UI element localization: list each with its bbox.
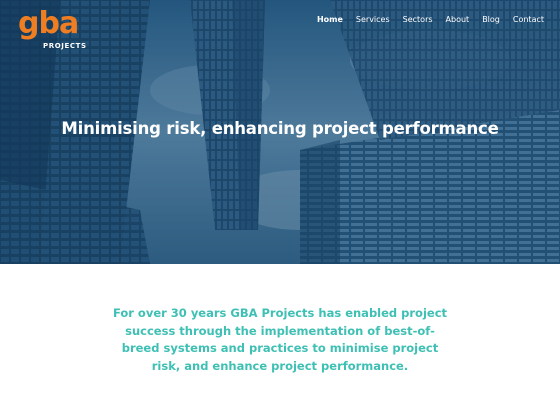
intro-text: For over 30 years GBA Projects has enabl… bbox=[112, 306, 448, 373]
nav-contact[interactable]: Contact bbox=[513, 15, 544, 25]
hero-title: Minimising risk, enhancing project perfo… bbox=[61, 119, 499, 138]
nav-blog[interactable]: Blog bbox=[482, 15, 500, 25]
main-nav: Home Services Sectors About Blog Contact bbox=[304, 15, 544, 25]
nav-home[interactable]: Home bbox=[317, 15, 343, 25]
nav-services[interactable]: Services bbox=[356, 15, 390, 25]
brand-logo[interactable]: gba PROJECTS bbox=[18, 8, 88, 51]
hero-banner: gba PROJECTS Home Services Sectors About… bbox=[0, 0, 560, 264]
logo-subtitle: PROJECTS bbox=[43, 42, 87, 50]
logo-wordmark: gba bbox=[18, 6, 79, 41]
page: gba PROJECTS Home Services Sectors About… bbox=[0, 0, 560, 420]
nav-sectors[interactable]: Sectors bbox=[403, 15, 433, 25]
nav-about[interactable]: About bbox=[446, 15, 470, 25]
